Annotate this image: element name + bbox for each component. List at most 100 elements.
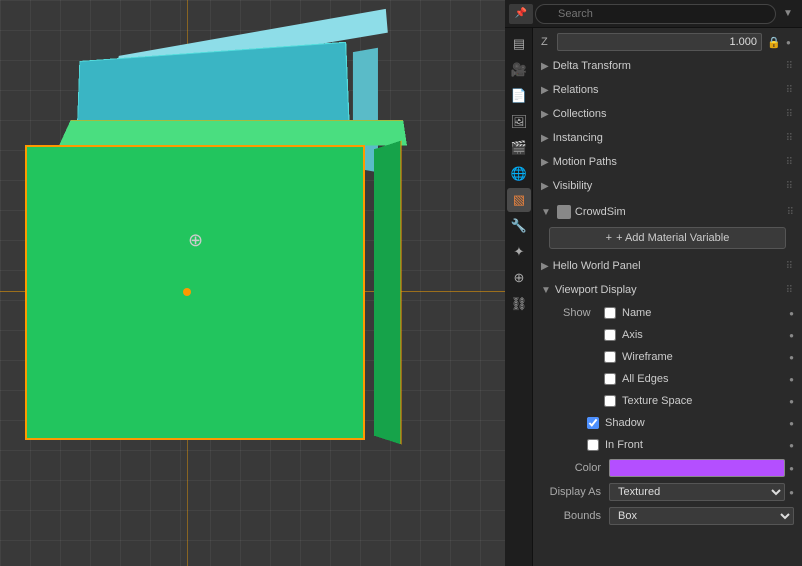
collections-drag: ⠿ [786, 109, 794, 120]
axis-checkbox[interactable] [604, 329, 616, 341]
z-input[interactable] [557, 33, 762, 51]
search-input[interactable] [535, 4, 776, 24]
color-label: Color [541, 462, 601, 474]
show-axis-row: Axis ● [533, 324, 802, 346]
relations-label: Relations [553, 84, 599, 96]
z-lock-button[interactable]: 🔒 [766, 34, 782, 50]
show-all-edges-row: All Edges ● [533, 368, 802, 390]
name-check-label: Name [622, 307, 783, 319]
bounds-label: Bounds [541, 510, 601, 522]
texture-space-checkbox[interactable] [604, 395, 616, 407]
display-as-dot[interactable]: ● [789, 488, 794, 497]
display-as-select[interactable]: Textured Solid Wire Bounds [609, 483, 785, 501]
pin-button[interactable]: 📌 [509, 4, 533, 24]
material-icon [557, 205, 571, 219]
all-edges-dot[interactable]: ● [789, 375, 794, 384]
color-dot[interactable]: ● [789, 464, 794, 473]
instancing-label: Instancing [553, 132, 603, 144]
texture-space-dot[interactable]: ● [789, 397, 794, 406]
search-container: 🔍 [535, 4, 776, 24]
particles-icon[interactable]: ✦ [507, 240, 531, 264]
add-material-button[interactable]: + + Add Material Variable [549, 227, 786, 249]
add-material-icon: + [606, 232, 612, 244]
output-icon[interactable]: 📄 [507, 84, 531, 108]
bounds-select[interactable]: Box Sphere Cylinder [609, 507, 794, 525]
collections-label: Collections [553, 108, 607, 120]
panel-toolbar: 📌 🔍 ▼ [505, 0, 802, 28]
instancing-drag: ⠿ [786, 133, 794, 144]
z-value-row: Z 🔒 ● [533, 30, 802, 54]
delta-transform-section[interactable]: ▶ Delta Transform ⠿ [533, 54, 802, 78]
material-drag: ⠿ [787, 207, 794, 218]
all-edges-checkbox[interactable] [604, 373, 616, 385]
scene-data-icon[interactable]: 🎬 [507, 136, 531, 160]
modifier-icon[interactable]: 🔧 [507, 214, 531, 238]
axis-check-label: Axis [622, 329, 783, 341]
viewport-display-label: Viewport Display [555, 284, 637, 296]
material-expand-arrow[interactable]: ▼ [541, 207, 551, 218]
in-front-row: In Front ● [533, 434, 802, 456]
panel-options-button[interactable]: ▼ [778, 4, 798, 24]
shadow-label: Shadow [605, 417, 783, 429]
wireframe-dot[interactable]: ● [789, 353, 794, 362]
shadow-checkbox[interactable] [587, 417, 599, 429]
show-name-row: Show Name ● [533, 302, 802, 324]
instancing-section[interactable]: ▶ Instancing ⠿ [533, 126, 802, 150]
motion-paths-drag: ⠿ [786, 157, 794, 168]
wireframe-checkbox[interactable] [604, 351, 616, 363]
cube-green-front-face [25, 145, 365, 440]
name-checkbox[interactable] [604, 307, 616, 319]
visibility-drag: ⠿ [786, 181, 794, 192]
visibility-arrow: ▶ [541, 181, 549, 192]
motion-paths-section[interactable]: ▶ Motion Paths ⠿ [533, 150, 802, 174]
world-icon[interactable]: 🌐 [507, 162, 531, 186]
relations-section[interactable]: ▶ Relations ⠿ [533, 78, 802, 102]
material-row: ▼ CrowdSim ⠿ [541, 200, 794, 224]
show-label: Show [563, 307, 598, 319]
z-dot-button[interactable]: ● [786, 38, 794, 46]
instancing-arrow: ▶ [541, 133, 549, 144]
constraints-icon[interactable]: ⛓ [507, 292, 531, 316]
3d-viewport[interactable]: ⊕ [0, 0, 505, 566]
panel-body: ▤ 🎥 📄 🖼 🎬 🌐 ▧ 🔧 ✦ ⊕ ⛓ Z 🔒 ● ▶ De [505, 28, 802, 566]
bounds-row: Bounds Box Sphere Cylinder [533, 504, 802, 528]
scene-icon[interactable]: ▤ [507, 32, 531, 56]
hello-world-label: Hello World Panel [553, 260, 641, 272]
hello-world-arrow: ▶ [541, 261, 549, 272]
motion-paths-label: Motion Paths [553, 156, 617, 168]
in-front-checkbox[interactable] [587, 439, 599, 451]
texture-space-check-label: Texture Space [622, 395, 783, 407]
color-swatch[interactable] [609, 459, 785, 477]
viewport-display-drag: ⠿ [786, 285, 794, 296]
display-as-row: Display As Textured Solid Wire Bounds ● [533, 480, 802, 504]
in-front-label: In Front [605, 439, 783, 451]
shadow-dot[interactable]: ● [789, 419, 794, 428]
cube-green-side-face [374, 140, 402, 444]
axis-dot[interactable]: ● [789, 331, 794, 340]
color-row: Color ● [533, 456, 802, 480]
material-section: ▼ CrowdSim ⠿ + + Add Material Variable [533, 198, 802, 254]
in-front-dot[interactable]: ● [789, 441, 794, 450]
viewport-display-section[interactable]: ▼ Viewport Display ⠿ [533, 278, 802, 302]
z-label: Z [541, 36, 553, 48]
properties-list: Z 🔒 ● ▶ Delta Transform ⠿ ▶ Relations ⠿ … [533, 28, 802, 566]
add-material-label: + Add Material Variable [616, 232, 729, 244]
view-layer-icon[interactable]: 🖼 [507, 110, 531, 134]
delta-transform-drag: ⠿ [786, 61, 794, 72]
object-props-icon[interactable]: ▧ [507, 188, 531, 212]
side-icon-bar: ▤ 🎥 📄 🖼 🎬 🌐 ▧ 🔧 ✦ ⊕ ⛓ [505, 28, 533, 566]
properties-panel: 📌 🔍 ▼ ▤ 🎥 📄 🖼 🎬 🌐 ▧ 🔧 ✦ ⊕ ⛓ Z [505, 0, 802, 566]
material-name: CrowdSim [575, 206, 626, 218]
collections-arrow: ▶ [541, 109, 549, 120]
hello-world-section[interactable]: ▶ Hello World Panel ⠿ [533, 254, 802, 278]
origin-dot [183, 288, 191, 296]
viewport-display-arrow: ▼ [541, 285, 551, 296]
physics-icon[interactable]: ⊕ [507, 266, 531, 290]
name-dot[interactable]: ● [789, 309, 794, 318]
visibility-section[interactable]: ▶ Visibility ⠿ [533, 174, 802, 198]
show-texture-space-row: Texture Space ● [533, 390, 802, 412]
delta-transform-arrow: ▶ [541, 61, 549, 72]
render-icon[interactable]: 🎥 [507, 58, 531, 82]
collections-section[interactable]: ▶ Collections ⠿ [533, 102, 802, 126]
display-as-label: Display As [541, 486, 601, 498]
